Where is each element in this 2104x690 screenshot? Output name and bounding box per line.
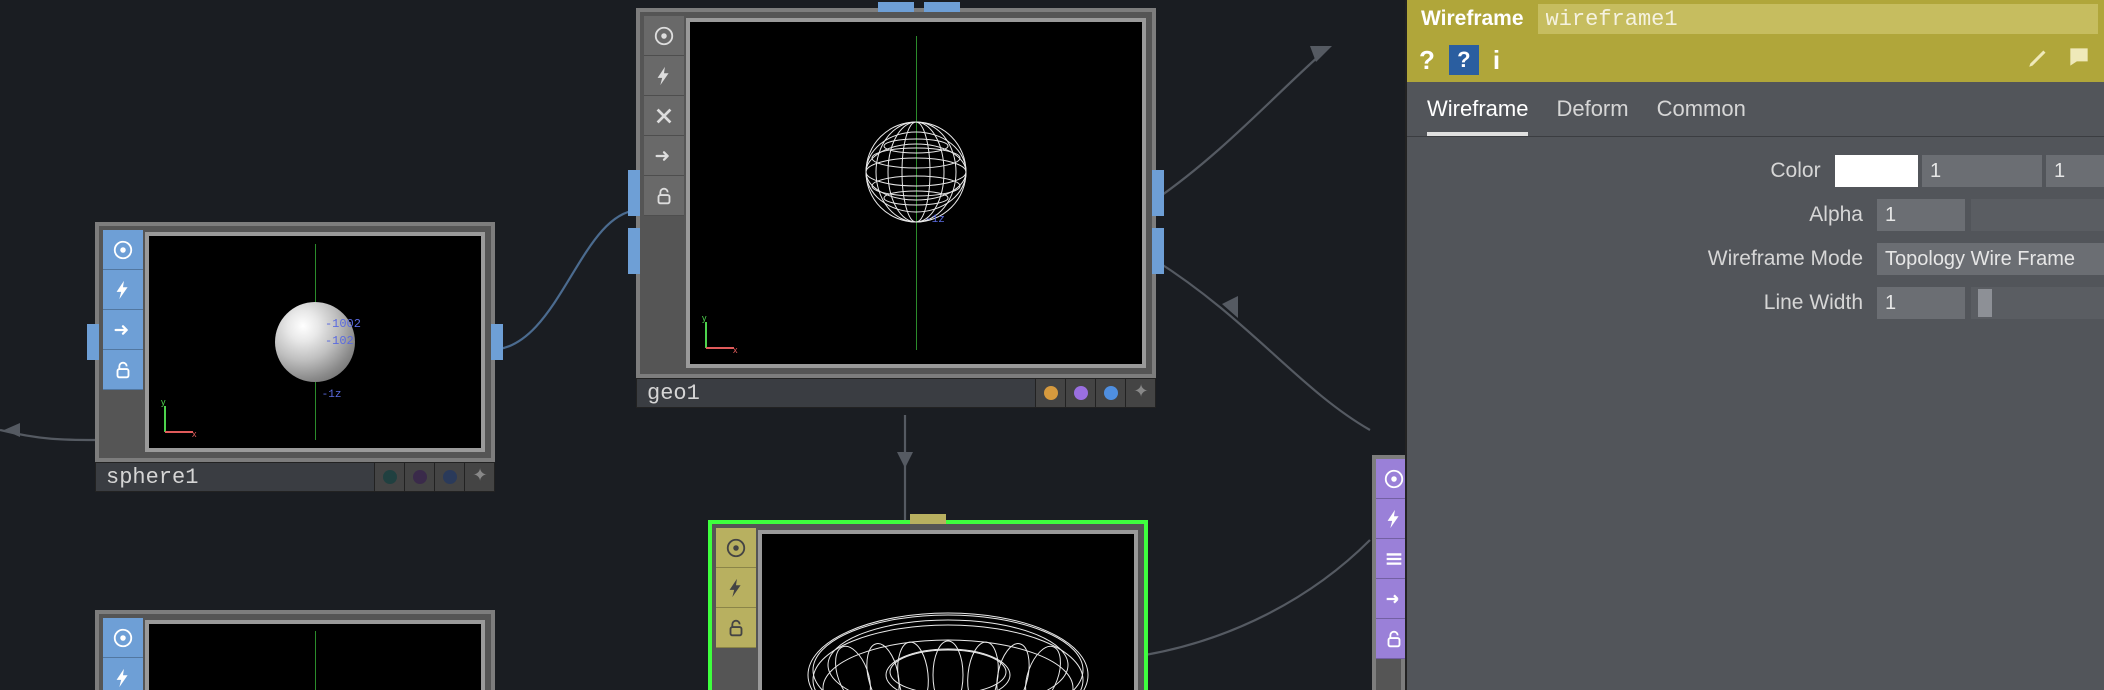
help-icon[interactable]: ? [1419, 45, 1435, 76]
lock-icon[interactable] [103, 350, 143, 390]
help-wiki-icon[interactable]: ? [1449, 45, 1479, 75]
param-label: Alpha [1407, 203, 1877, 227]
node-name-bar[interactable]: geo1 ✦ [636, 378, 1156, 408]
node-sphere1[interactable]: -1002 -102 -1z y x sphere1 ✦ [95, 222, 495, 462]
family-flag[interactable] [374, 463, 404, 491]
tab-wireframe[interactable]: Wireframe [1427, 96, 1528, 136]
bolt-icon[interactable] [644, 56, 684, 96]
node-wireframe1[interactable] [708, 520, 1148, 690]
arrow-right-icon[interactable] [644, 136, 684, 176]
node-partial-bottom-left[interactable] [95, 610, 495, 690]
lock-icon[interactable] [644, 176, 684, 216]
network-view[interactable]: -1002 -102 -1z y x sphere1 ✦ [0, 0, 1405, 690]
node-side-toolbar [644, 16, 684, 370]
bolt-icon[interactable] [103, 270, 143, 310]
svg-text:y: y [161, 398, 166, 407]
node-viewer[interactable] [145, 620, 485, 690]
axis-label-z: -1z [322, 389, 342, 401]
operator-name-input[interactable] [1538, 4, 2098, 34]
node-partial-right[interactable] [1372, 455, 1405, 690]
param-label: Color [1407, 159, 1835, 183]
node-side-toolbar [103, 230, 143, 454]
node-name-label: sphere1 [106, 465, 198, 490]
star-flag[interactable]: ✦ [464, 463, 494, 491]
param-label: Wireframe Mode [1407, 247, 1877, 271]
output-connector[interactable] [1152, 228, 1164, 274]
param-rows: Color Alpha Wireframe Mode Topology Wire… [1407, 137, 2104, 337]
family-flag[interactable] [434, 463, 464, 491]
close-icon[interactable] [644, 96, 684, 136]
node-name-label: geo1 [647, 381, 700, 406]
param-row-mode: Wireframe Mode Topology Wire Frame [1407, 237, 2104, 281]
tab-deform[interactable]: Deform [1556, 96, 1628, 136]
output-connector[interactable] [1152, 170, 1164, 216]
param-header: Wireframe [1407, 0, 2104, 38]
axis-gizmo: y x [159, 398, 199, 438]
node-viewer[interactable] [758, 530, 1138, 690]
edit-icon[interactable] [2026, 44, 2052, 77]
eye-icon[interactable] [103, 618, 143, 658]
overlay-value: -102 [325, 334, 354, 348]
axis-gizmo: y x [700, 314, 740, 354]
star-flag[interactable]: ✦ [1125, 379, 1155, 407]
wire-sphere-preview [856, 112, 976, 232]
node-side-toolbar [716, 528, 756, 690]
parameter-panel: Wireframe ? ? i Wireframe Deform Common … [1405, 0, 2104, 690]
node-name-bar[interactable]: sphere1 ✦ [95, 462, 495, 492]
eye-icon[interactable] [644, 16, 684, 56]
param-label: Line Width [1407, 291, 1877, 315]
bolt-icon[interactable] [716, 568, 756, 608]
param-row-linewidth: Line Width [1407, 281, 2104, 325]
operator-type-label: Wireframe [1407, 7, 1538, 31]
node-geo1[interactable]: -1z y x geo1 ✦ [636, 8, 1156, 378]
svg-text:x: x [733, 345, 738, 354]
lock-icon[interactable] [716, 608, 756, 648]
family-flag[interactable] [1035, 379, 1065, 407]
node-viewer[interactable]: -1z y x [686, 18, 1146, 368]
top-input-connector[interactable] [878, 2, 914, 12]
alpha-slider[interactable] [1971, 199, 2104, 231]
wire-torus-preview [798, 580, 1098, 690]
color-r-field[interactable] [1922, 155, 2042, 187]
family-flag[interactable] [404, 463, 434, 491]
axis-label-z: -1z [925, 214, 945, 226]
svg-text:y: y [702, 314, 707, 323]
arrow-right-icon[interactable] [103, 310, 143, 350]
overlay-value: -1002 [325, 317, 361, 331]
wireframe-mode-value: Topology Wire Frame [1885, 248, 2075, 271]
family-flag[interactable] [1065, 379, 1095, 407]
linewidth-field[interactable] [1877, 287, 1965, 319]
param-header-tools: ? ? i [1407, 38, 2104, 82]
color-swatch[interactable] [1835, 155, 1918, 187]
output-connector[interactable] [491, 324, 503, 360]
color-g-field[interactable] [2046, 155, 2104, 187]
eye-icon[interactable] [716, 528, 756, 568]
svg-text:x: x [192, 429, 197, 438]
eye-icon[interactable] [103, 230, 143, 270]
family-flag[interactable] [1095, 379, 1125, 407]
node-side-toolbar [103, 618, 143, 690]
param-row-alpha: Alpha [1407, 193, 2104, 237]
comment-icon[interactable] [2066, 44, 2092, 77]
wireframe-mode-select[interactable]: Topology Wire Frame [1877, 243, 2104, 275]
input-connector[interactable] [628, 170, 640, 216]
node-viewer[interactable]: -1002 -102 -1z y x [145, 232, 485, 452]
top-input-connector[interactable] [910, 514, 946, 524]
tab-common[interactable]: Common [1657, 96, 1746, 136]
linewidth-slider[interactable] [1971, 287, 2104, 319]
param-row-color: Color [1407, 149, 2104, 193]
info-icon[interactable]: i [1493, 45, 1500, 76]
input-connector[interactable] [87, 324, 99, 360]
bolt-icon[interactable] [103, 658, 143, 690]
input-connector[interactable] [628, 228, 640, 274]
alpha-field[interactable] [1877, 199, 1965, 231]
param-tabs: Wireframe Deform Common [1407, 82, 2104, 137]
